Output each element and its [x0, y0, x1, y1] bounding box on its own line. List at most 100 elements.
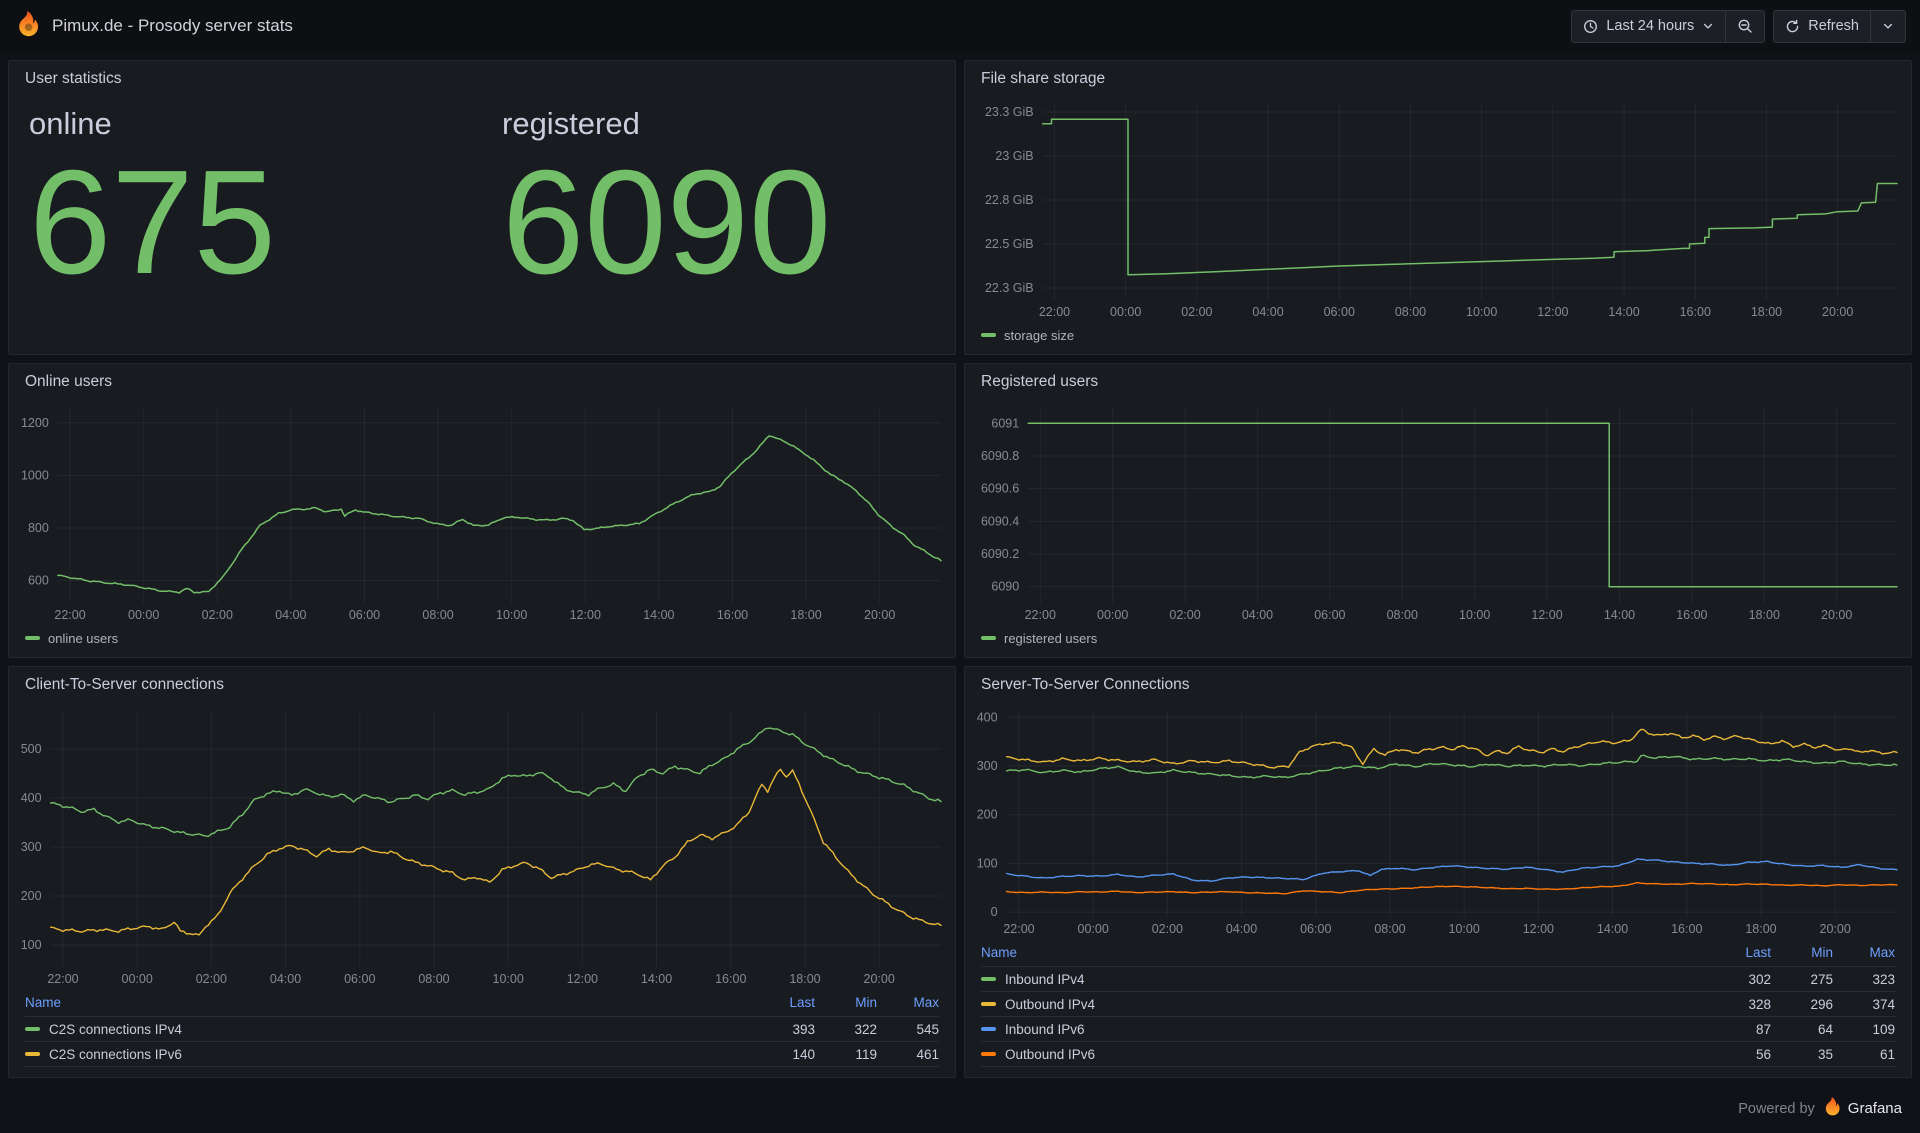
s2s-connections-chart[interactable]: 400300200100022:0000:0002:0004:0006:0008…	[971, 702, 1905, 939]
svg-text:800: 800	[28, 521, 49, 535]
legend-label: Inbound IPv6	[1005, 1022, 1085, 1037]
refresh-group: Refresh	[1773, 10, 1906, 43]
legend-last-value: 140	[753, 1047, 815, 1062]
legend-min-value: 119	[815, 1047, 877, 1062]
file_share_storage-plot[interactable]: 23.3 GiB23 GiB22.8 GiB22.5 GiB22.3 GiB22…	[971, 96, 1905, 322]
svg-text:08:00: 08:00	[422, 608, 453, 622]
legend-item[interactable]: online users	[25, 631, 118, 646]
legend-row: C2S connections IPv6140119461	[25, 1041, 939, 1066]
legend-max-value: 374	[1833, 997, 1895, 1012]
svg-text:100: 100	[977, 856, 998, 870]
panel-title[interactable]: User statistics	[9, 61, 955, 94]
svg-text:12:00: 12:00	[1531, 608, 1562, 622]
svg-text:08:00: 08:00	[418, 972, 449, 986]
legend-label: C2S connections IPv6	[49, 1047, 182, 1062]
legend-row: Inbound IPv68764109	[981, 1016, 1895, 1041]
legend-max-value: 109	[1833, 1022, 1895, 1037]
legend-series-name[interactable]: C2S connections IPv6	[25, 1047, 753, 1062]
panel-title[interactable]: Server-To-Server Connections	[965, 667, 1911, 700]
legend-column-last[interactable]: Last	[753, 995, 815, 1010]
series-outbound-ipv4	[1007, 729, 1897, 768]
dashboard-grid: User statistics online 675 registered 60…	[0, 52, 1920, 1092]
file-share-storage-chart[interactable]: 23.3 GiB23 GiB22.8 GiB22.5 GiB22.3 GiB22…	[971, 96, 1905, 322]
legend-last-value: 87	[1709, 1022, 1771, 1037]
svg-text:20:00: 20:00	[1820, 922, 1851, 936]
legend-series-name[interactable]: C2S connections IPv4	[25, 1022, 753, 1037]
svg-text:14:00: 14:00	[1597, 922, 1628, 936]
panel-title[interactable]: Client-To-Server connections	[9, 667, 955, 700]
grafana-logo-icon[interactable]	[14, 11, 40, 42]
svg-text:02:00: 02:00	[196, 972, 227, 986]
stat-group: online 675 registered 6090	[9, 94, 955, 354]
panel-registered-users: Registered users 60916090.86090.66090.46…	[964, 363, 1912, 658]
legend-series-name[interactable]: Inbound IPv6	[981, 1022, 1709, 1037]
legend-column-min[interactable]: Min	[815, 995, 877, 1010]
legend-column-last[interactable]: Last	[1709, 945, 1771, 960]
svg-text:18:00: 18:00	[790, 608, 821, 622]
legend-column-name[interactable]: Name	[25, 995, 753, 1010]
legend-min-value: 35	[1771, 1047, 1833, 1062]
panel-title[interactable]: Online users	[9, 364, 955, 397]
online_users-plot[interactable]: 1200100080060022:0000:0002:0004:0006:000…	[15, 399, 949, 625]
svg-text:6090.6: 6090.6	[981, 482, 1019, 496]
footer: Powered by Grafana	[0, 1092, 1920, 1133]
svg-text:02:00: 02:00	[1152, 922, 1183, 936]
series-color-swatch	[981, 1002, 996, 1006]
online-users-chart[interactable]: 1200100080060022:0000:0002:0004:0006:000…	[15, 399, 949, 625]
legend-min-value: 296	[1771, 997, 1833, 1012]
registered_users-plot[interactable]: 60916090.86090.66090.46090.2609022:0000:…	[971, 399, 1905, 625]
legend-item[interactable]: storage size	[981, 328, 1074, 343]
svg-text:500: 500	[21, 742, 42, 756]
svg-text:23.3 GiB: 23.3 GiB	[985, 105, 1034, 119]
refresh-button[interactable]: Refresh	[1774, 11, 1870, 42]
svg-text:100: 100	[21, 938, 42, 952]
registered-users-chart[interactable]: 60916090.86090.66090.46090.2609022:0000:…	[971, 399, 1905, 625]
zoom-out-button[interactable]	[1725, 11, 1764, 42]
s2s-plot[interactable]: 400300200100022:0000:0002:0004:0006:0008…	[971, 702, 1905, 939]
svg-text:16:00: 16:00	[717, 608, 748, 622]
chart-legend: storage size	[965, 322, 1911, 354]
svg-text:22.5 GiB: 22.5 GiB	[985, 237, 1034, 251]
grafana-brand-link[interactable]: Grafana	[1848, 1100, 1902, 1117]
c2s-plot[interactable]: 50040030020010022:0000:0002:0004:0006:00…	[15, 702, 949, 989]
svg-text:00:00: 00:00	[1097, 608, 1128, 622]
series-storage-size	[1043, 119, 1897, 274]
series-color-swatch	[25, 1027, 40, 1031]
svg-text:10:00: 10:00	[496, 608, 527, 622]
legend-column-name[interactable]: Name	[981, 945, 1709, 960]
legend-max-value: 61	[1833, 1047, 1895, 1062]
svg-text:00:00: 00:00	[1078, 922, 1109, 936]
svg-text:22:00: 22:00	[1025, 608, 1056, 622]
time-range-picker[interactable]: Last 24 hours	[1572, 11, 1725, 42]
svg-text:600: 600	[28, 574, 49, 588]
svg-text:12:00: 12:00	[1523, 922, 1554, 936]
chevron-down-icon	[1702, 20, 1714, 32]
svg-text:22.8 GiB: 22.8 GiB	[985, 193, 1034, 207]
svg-text:10:00: 10:00	[493, 972, 524, 986]
svg-text:04:00: 04:00	[1226, 922, 1257, 936]
svg-text:18:00: 18:00	[1745, 922, 1776, 936]
legend-series-name[interactable]: Inbound IPv4	[981, 972, 1709, 987]
svg-text:400: 400	[21, 791, 42, 805]
svg-text:04:00: 04:00	[1242, 608, 1273, 622]
legend-series-name[interactable]: Outbound IPv6	[981, 1047, 1709, 1062]
legend-series-name[interactable]: Outbound IPv4	[981, 997, 1709, 1012]
legend-label: Outbound IPv6	[1005, 1047, 1095, 1062]
clock-icon	[1583, 19, 1598, 34]
chevron-down-icon	[1882, 20, 1894, 32]
refresh-interval-dropdown[interactable]	[1870, 11, 1905, 42]
c2s-connections-chart[interactable]: 50040030020010022:0000:0002:0004:0006:00…	[15, 702, 949, 989]
svg-text:20:00: 20:00	[864, 608, 895, 622]
legend-column-max[interactable]: Max	[877, 995, 939, 1010]
time-range-label: Last 24 hours	[1606, 18, 1694, 34]
legend-column-max[interactable]: Max	[1833, 945, 1895, 960]
series-color-swatch	[981, 1052, 996, 1056]
svg-text:16:00: 16:00	[715, 972, 746, 986]
stat-online: online 675	[9, 106, 482, 354]
legend-item[interactable]: registered users	[981, 631, 1097, 646]
svg-text:14:00: 14:00	[643, 608, 674, 622]
panel-title[interactable]: File share storage	[965, 61, 1911, 94]
svg-text:12:00: 12:00	[567, 972, 598, 986]
panel-title[interactable]: Registered users	[965, 364, 1911, 397]
legend-column-min[interactable]: Min	[1771, 945, 1833, 960]
